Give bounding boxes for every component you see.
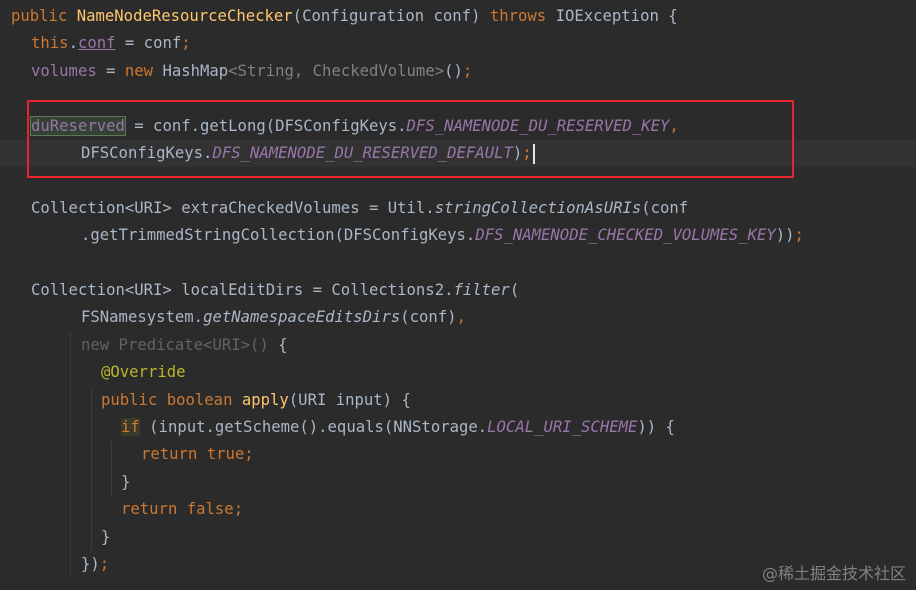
code-line[interactable]: } [0, 524, 916, 551]
code-token: Configuration [302, 7, 425, 25]
code-line[interactable]: volumes = new HashMap<String, CheckedVol… [0, 58, 916, 85]
code-token: IOException { [546, 7, 678, 25]
code-line[interactable]: public NameNodeResourceChecker(Configura… [0, 3, 916, 30]
code-text: this.conf = conf; [31, 30, 191, 57]
code-token: conf [77, 34, 116, 53]
indent-guide [70, 331, 71, 579]
code-token: (input.getScheme().equals(NNStorage. [139, 418, 488, 436]
code-token: } [121, 472, 131, 491]
code-line[interactable]: Collection<URI> extraCheckedVolumes = Ut… [0, 195, 916, 222]
code-token: NameNodeResourceChecker [76, 7, 293, 25]
code-token: boolean [166, 390, 233, 409]
highlight-box [27, 100, 794, 178]
code-text: }); [81, 551, 109, 578]
code-text: return true; [141, 441, 254, 468]
watermark: @稀土掘金技术社区 [761, 564, 906, 583]
code-token: . [68, 34, 78, 53]
code-token: ; [462, 61, 473, 80]
code-token: stringCollectionAsURIs [434, 198, 642, 217]
indent-guide [111, 441, 112, 497]
code-token: ; [233, 500, 244, 519]
code-token: ; [244, 445, 254, 464]
code-token: if [121, 418, 140, 436]
code-token: FSNamesystem. [81, 308, 204, 327]
code-token: ( [292, 7, 303, 25]
code-text: Collection<URI> localEditDirs = Collecti… [31, 277, 519, 304]
code-token: = conf [115, 34, 182, 53]
code-text: } [121, 469, 130, 496]
code-token: = [96, 61, 125, 80]
code-editor[interactable]: public NameNodeResourceChecker(Configura… [0, 0, 916, 590]
code-line[interactable]: new Predicate<URI>() { [0, 332, 916, 359]
code-text: .getTrimmedStringCollection(DFSConfigKey… [81, 222, 804, 249]
code-line[interactable]: if (input.getScheme().equals(NNStorage.L… [0, 414, 916, 441]
code-token: <String, CheckedVolume> [228, 61, 445, 80]
code-token: ; [181, 34, 191, 53]
code-token: return [141, 445, 198, 464]
code-text: FSNamesystem.getNamespaceEditsDirs(conf)… [81, 304, 466, 331]
code-token: (URI input) { [288, 390, 411, 409]
code-text: } [101, 524, 110, 551]
indent-guide [91, 386, 92, 551]
code-token: )) { [637, 418, 675, 436]
code-token: Collection<URI> extraCheckedVolumes = Ut… [31, 198, 435, 217]
code-token: return [121, 500, 178, 519]
code-token: apply [241, 390, 289, 409]
code-token: Predicate<URI>() [109, 335, 279, 354]
code-text: public NameNodeResourceChecker(Configura… [11, 3, 678, 30]
code-token: public [101, 390, 158, 409]
code-token: new [81, 335, 110, 354]
code-token: Collection<URI> localEditDirs = Collecti… [31, 281, 454, 299]
code-token: ; [794, 226, 804, 245]
code-line[interactable]: return false; [0, 496, 916, 523]
code-token: false [186, 500, 234, 519]
code-token: new [124, 61, 154, 80]
code-line[interactable]: this.conf = conf; [0, 30, 916, 57]
code-token: } [101, 527, 111, 546]
code-token: LOCAL_URI_SCHEME [487, 418, 638, 436]
code-line[interactable]: public boolean apply(URI input) { [0, 387, 916, 414]
code-token: public [11, 7, 68, 25]
code-text: return false; [121, 496, 243, 523]
code-line[interactable]: @Override [0, 359, 916, 386]
code-token: .getTrimmedStringCollection(DFSConfigKey… [81, 226, 476, 245]
code-text: Collection<URI> extraCheckedVolumes = Ut… [31, 195, 688, 222]
code-token: filter [453, 281, 510, 299]
code-token: ( [509, 281, 520, 299]
code-text: public boolean apply(URI input) { [101, 387, 411, 414]
code-token: { [278, 335, 288, 354]
code-text: new Predicate<URI>() { [81, 332, 288, 359]
code-token: )) [775, 226, 795, 245]
code-line[interactable]: .getTrimmedStringCollection(DFSConfigKey… [0, 222, 916, 249]
code-line[interactable]: return true; [0, 441, 916, 468]
code-line[interactable]: } [0, 469, 916, 496]
code-token: ; [99, 555, 110, 573]
code-token: getNamespaceEditsDirs [203, 308, 401, 327]
code-token: DFS_NAMENODE_CHECKED_VOLUMES_KEY [475, 226, 776, 245]
code-token: }) [81, 555, 100, 573]
code-line[interactable]: FSNamesystem.getNamespaceEditsDirs(conf)… [0, 304, 916, 331]
code-token: this [31, 34, 69, 53]
code-text: @Override [101, 359, 186, 386]
code-token: (conf) [400, 308, 457, 327]
code-token: @Override [101, 363, 186, 382]
code-token: volumes [31, 61, 97, 80]
code-token: , [456, 308, 466, 327]
code-token: (conf [641, 198, 689, 217]
code-token: true [206, 445, 245, 464]
code-token: () [444, 61, 463, 80]
code-token: conf) [424, 7, 490, 25]
code-token: HashMap [153, 61, 229, 80]
code-token: throws [489, 7, 547, 25]
code-text: volumes = new HashMap<String, CheckedVol… [31, 58, 472, 85]
code-line[interactable] [0, 250, 916, 277]
code-line[interactable]: Collection<URI> localEditDirs = Collecti… [0, 277, 916, 304]
code-text: if (input.getScheme().equals(NNStorage.L… [121, 414, 675, 441]
